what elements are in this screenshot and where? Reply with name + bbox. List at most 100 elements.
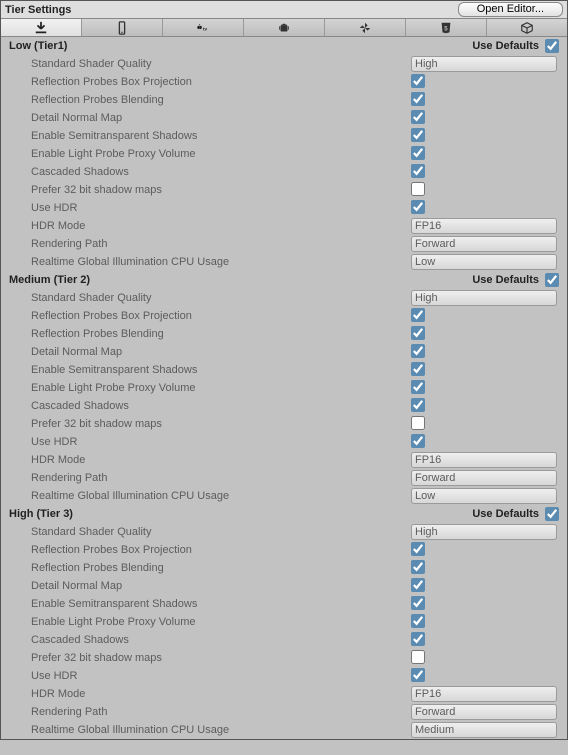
usehdr-checkbox[interactable] <box>411 200 425 214</box>
cascaded-checkbox[interactable] <box>411 632 425 646</box>
setting-label: Standard Shader Quality <box>31 292 411 304</box>
titlebar: Tier Settings Open Editor... <box>1 1 567 19</box>
renderpath-dropdown[interactable]: ForwardDeferredLegacy Vertex LitLegacy D… <box>411 704 557 720</box>
setting-row: Enable Semitransparent Shadows <box>1 361 567 379</box>
platform-tab-cube[interactable] <box>487 19 567 36</box>
android-icon <box>276 21 292 35</box>
tier-header: High (Tier 3)Use Defaults <box>1 505 567 523</box>
cascaded-checkbox[interactable] <box>411 164 425 178</box>
setting-label: Rendering Path <box>31 706 411 718</box>
gi_cpu-dropdown[interactable]: LowMediumHighUnlimited <box>411 722 557 738</box>
detail_normal-checkbox[interactable] <box>411 578 425 592</box>
setting-row: Prefer 32 bit shadow maps <box>1 415 567 433</box>
setting-row: Rendering PathForwardDeferredLegacy Vert… <box>1 469 567 487</box>
setting-label: Prefer 32 bit shadow maps <box>31 184 411 196</box>
cascaded-checkbox[interactable] <box>411 398 425 412</box>
use-defaults-checkbox[interactable] <box>545 507 559 521</box>
setting-label: Reflection Probes Blending <box>31 562 411 574</box>
setting-label: Detail Normal Map <box>31 112 411 124</box>
lppv-checkbox[interactable] <box>411 146 425 160</box>
setting-row: Use HDR <box>1 433 567 451</box>
setting-label: Use HDR <box>31 670 411 682</box>
setting-row: Standard Shader QualityHighMediumLow <box>1 55 567 73</box>
open-editor-button[interactable]: Open Editor... <box>458 2 563 17</box>
setting-row: Realtime Global Illumination CPU UsageLo… <box>1 721 567 739</box>
hdrmode-dropdown[interactable]: FP16R11G11B10 <box>411 686 557 702</box>
setting-label: Detail Normal Map <box>31 580 411 592</box>
setting-row: Reflection Probes Box Projection <box>1 541 567 559</box>
tier-header-label: Medium (Tier 2) <box>9 274 90 286</box>
tier-header: Medium (Tier 2)Use Defaults <box>1 271 567 289</box>
setting-label: Use HDR <box>31 436 411 448</box>
renderpath-dropdown[interactable]: ForwardDeferredLegacy Vertex LitLegacy D… <box>411 470 557 486</box>
setting-row: Cascaded Shadows <box>1 163 567 181</box>
use-defaults-label: Use Defaults <box>472 508 539 520</box>
semitrans_shadow-checkbox[interactable] <box>411 128 425 142</box>
renderpath-dropdown[interactable]: ForwardDeferredLegacy Vertex LitLegacy D… <box>411 236 557 252</box>
svg-text:tv: tv <box>203 26 208 31</box>
usehdr-checkbox[interactable] <box>411 668 425 682</box>
setting-label: Reflection Probes Box Projection <box>31 544 411 556</box>
gi_cpu-dropdown[interactable]: LowMediumHighUnlimited <box>411 488 557 504</box>
setting-label: Rendering Path <box>31 472 411 484</box>
semitrans_shadow-checkbox[interactable] <box>411 362 425 376</box>
setting-row: Detail Normal Map <box>1 343 567 361</box>
use-defaults-checkbox[interactable] <box>545 39 559 53</box>
usehdr-checkbox[interactable] <box>411 434 425 448</box>
setting-label: Standard Shader Quality <box>31 58 411 70</box>
refl_box-checkbox[interactable] <box>411 542 425 556</box>
setting-label: Enable Semitransparent Shadows <box>31 130 411 142</box>
setting-row: Reflection Probes Blending <box>1 91 567 109</box>
setting-row: Use HDR <box>1 667 567 685</box>
setting-label: Enable Semitransparent Shadows <box>31 364 411 376</box>
setting-label: Enable Semitransparent Shadows <box>31 598 411 610</box>
platform-tab-download[interactable] <box>1 19 82 36</box>
setting-label: Cascaded Shadows <box>31 634 411 646</box>
hdrmode-dropdown[interactable]: FP16R11G11B10 <box>411 452 557 468</box>
prefer32-checkbox[interactable] <box>411 182 425 196</box>
detail_normal-checkbox[interactable] <box>411 344 425 358</box>
lppv-checkbox[interactable] <box>411 614 425 628</box>
prefer32-checkbox[interactable] <box>411 650 425 664</box>
semitrans_shadow-checkbox[interactable] <box>411 596 425 610</box>
setting-row: Rendering PathForwardDeferredLegacy Vert… <box>1 235 567 253</box>
detail_normal-checkbox[interactable] <box>411 110 425 124</box>
platform-tab-appletv[interactable]: tv <box>163 19 244 36</box>
platform-tab-mobile[interactable] <box>82 19 163 36</box>
prefer32-checkbox[interactable] <box>411 416 425 430</box>
setting-row: Reflection Probes Box Projection <box>1 73 567 91</box>
setting-row: Enable Semitransparent Shadows <box>1 595 567 613</box>
refl_blend-checkbox[interactable] <box>411 92 425 106</box>
tier-header-label: Low (Tier1) <box>9 40 67 52</box>
setting-row: Realtime Global Illumination CPU UsageLo… <box>1 487 567 505</box>
platform-tab-android[interactable] <box>244 19 325 36</box>
lppv-checkbox[interactable] <box>411 380 425 394</box>
appletv-icon: tv <box>195 21 211 35</box>
setting-label: Prefer 32 bit shadow maps <box>31 418 411 430</box>
platform-tab-html5[interactable]: 5 <box>406 19 487 36</box>
mobile-icon <box>114 21 130 35</box>
hdrmode-dropdown[interactable]: FP16R11G11B10 <box>411 218 557 234</box>
gi_cpu-dropdown[interactable]: LowMediumHighUnlimited <box>411 254 557 270</box>
shader_quality-dropdown[interactable]: HighMediumLow <box>411 290 557 306</box>
refl_blend-checkbox[interactable] <box>411 560 425 574</box>
platform-tabbar: tv 5 <box>1 19 567 37</box>
refl_box-checkbox[interactable] <box>411 308 425 322</box>
setting-label: Enable Light Probe Proxy Volume <box>31 382 411 394</box>
setting-label: Use HDR <box>31 202 411 214</box>
shader_quality-dropdown[interactable]: HighMediumLow <box>411 524 557 540</box>
setting-label: Cascaded Shadows <box>31 166 411 178</box>
shader_quality-dropdown[interactable]: HighMediumLow <box>411 56 557 72</box>
platform-tab-web[interactable] <box>325 19 406 36</box>
setting-row: Detail Normal Map <box>1 109 567 127</box>
setting-row: Enable Light Probe Proxy Volume <box>1 613 567 631</box>
setting-label: Rendering Path <box>31 238 411 250</box>
setting-row: Rendering PathForwardDeferredLegacy Vert… <box>1 703 567 721</box>
use-defaults-checkbox[interactable] <box>545 273 559 287</box>
setting-row: HDR ModeFP16R11G11B10 <box>1 685 567 703</box>
refl_blend-checkbox[interactable] <box>411 326 425 340</box>
refl_box-checkbox[interactable] <box>411 74 425 88</box>
setting-label: Reflection Probes Blending <box>31 94 411 106</box>
setting-label: Cascaded Shadows <box>31 400 411 412</box>
html5-icon: 5 <box>438 21 454 35</box>
